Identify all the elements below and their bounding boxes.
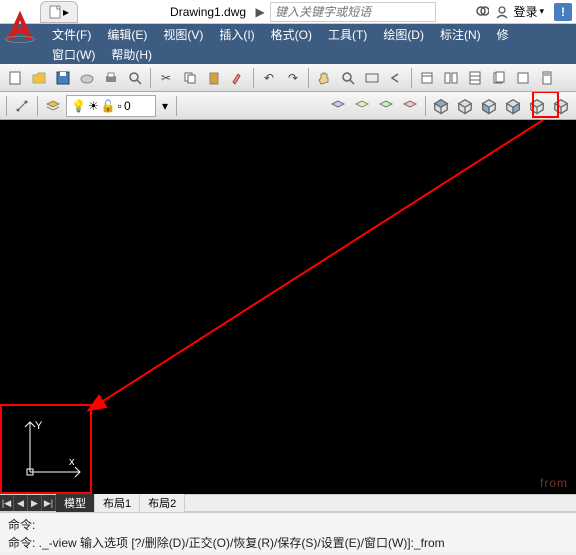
tab-layout-1[interactable]: 布局1 — [95, 494, 140, 512]
menu-format[interactable]: 格式(O) — [263, 24, 320, 44]
cut-button[interactable]: ✂ — [155, 67, 177, 89]
annotation-box-top — [532, 92, 559, 118]
quick-access-tab[interactable]: ▸ — [40, 1, 78, 23]
tab-first-button[interactable]: |◀ — [0, 495, 14, 511]
view-right-button[interactable] — [502, 95, 524, 117]
paste-button[interactable] — [203, 67, 225, 89]
menu-view[interactable]: 视图(V) — [155, 24, 211, 44]
open-button[interactable] — [28, 67, 50, 89]
search-icon[interactable] — [473, 3, 491, 21]
menu-window[interactable]: 窗口(W) — [44, 44, 103, 64]
command-history-2: 命令: ._-view 输入选项 [?/删除(D)/正交(O)/恢复(R)/保存… — [8, 533, 568, 551]
sun-icon: ☀ — [88, 99, 99, 113]
search-input[interactable] — [271, 3, 435, 21]
document-tab[interactable]: Drawing1.dwg — [164, 5, 252, 19]
sheetset-button[interactable] — [488, 67, 510, 89]
zoom-realtime-button[interactable] — [337, 67, 359, 89]
tab-nav: |◀ ◀ ▶ ▶| — [0, 495, 56, 511]
titlebar: ▸ Drawing1.dwg ▶ 登录 ▾ ! — [0, 0, 576, 24]
tab-model[interactable]: 模型 — [56, 494, 95, 512]
layer-iso-button[interactable] — [375, 95, 397, 117]
menu-file[interactable]: 文件(F) — [44, 24, 99, 44]
toolbar-layers-views: 💡 ☀ 🔓 ▫ 0 ▾ — [0, 92, 576, 120]
tab-prev-button[interactable]: ◀ — [14, 495, 28, 511]
lock-icon: 🔓 — [101, 99, 116, 113]
menu-help[interactable]: 帮助(H) — [103, 44, 160, 64]
tab-next-button[interactable]: ▶ — [28, 495, 42, 511]
view-left-button[interactable] — [478, 95, 500, 117]
lightbulb-icon: 💡 — [71, 99, 86, 113]
menu-edit[interactable]: 编辑(E) — [99, 24, 155, 44]
copy-button[interactable] — [179, 67, 201, 89]
layer-dropdown-arrow-icon[interactable]: ▾ — [158, 99, 172, 113]
toolbar-separator — [176, 96, 177, 116]
menubar: 文件(F) 编辑(E) 视图(V) 插入(I) 格式(O) 工具(T) 绘图(D… — [0, 24, 576, 64]
layout-tabs: |◀ ◀ ▶ ▶| 模型 布局1 布局2 — [0, 494, 576, 512]
match-button[interactable] — [227, 67, 249, 89]
login-dropdown-icon[interactable]: ▾ — [539, 6, 544, 17]
toolpalettes-button[interactable] — [464, 67, 486, 89]
menu-arrow-icon: ▸ — [63, 5, 69, 19]
properties-button[interactable] — [416, 67, 438, 89]
toolbar-separator — [150, 68, 151, 88]
layer-manager-button[interactable] — [42, 95, 64, 117]
osnap-button[interactable] — [11, 95, 33, 117]
annotation-box-bottom — [0, 404, 92, 494]
tab-last-button[interactable]: ▶| — [42, 495, 56, 511]
menu-draw[interactable]: 绘图(D) — [375, 24, 432, 44]
save-button[interactable] — [52, 67, 74, 89]
search-box[interactable] — [270, 2, 436, 22]
layer-off-button[interactable] — [351, 95, 373, 117]
document-filename: Drawing1.dwg — [170, 5, 246, 19]
command-history-1: 命令: — [8, 515, 568, 533]
play-icon[interactable]: ▶ — [252, 4, 268, 20]
undo-button[interactable]: ↶ — [258, 67, 280, 89]
view-bottom-button[interactable] — [454, 95, 476, 117]
cloud-button[interactable] — [76, 67, 98, 89]
toolbar-separator — [411, 68, 412, 88]
layer-state-button[interactable] — [399, 95, 421, 117]
page-icon — [49, 5, 61, 19]
toolbar-separator — [253, 68, 254, 88]
layer-freeze-button[interactable] — [327, 95, 349, 117]
new-button[interactable] — [4, 67, 26, 89]
redo-button[interactable]: ↷ — [282, 67, 304, 89]
app-logo[interactable] — [0, 2, 40, 48]
layer-dropdown[interactable]: 💡 ☀ 🔓 ▫ 0 — [66, 95, 156, 117]
designcenter-button[interactable] — [440, 67, 462, 89]
command-line-area[interactable]: 命令: 命令: ._-view 输入选项 [?/删除(D)/正交(O)/恢复(R… — [0, 512, 576, 553]
info-button[interactable]: ! — [554, 3, 572, 21]
pan-button[interactable] — [313, 67, 335, 89]
calc-button[interactable] — [536, 67, 558, 89]
toolbar-separator — [6, 96, 7, 116]
toolbar-separator — [425, 96, 426, 116]
autocad-a-icon — [4, 7, 36, 43]
view-top-button[interactable] — [430, 95, 452, 117]
preview-button[interactable] — [124, 67, 146, 89]
menu-insert[interactable]: 插入(I) — [211, 24, 262, 44]
toolbar-separator — [37, 96, 38, 116]
toolbar-separator — [308, 68, 309, 88]
tab-layout-2[interactable]: 布局2 — [140, 494, 185, 512]
print-button[interactable] — [100, 67, 122, 89]
login-link[interactable]: 登录 — [513, 3, 537, 20]
menu-modify[interactable]: 修 — [489, 24, 517, 44]
drawing-canvas[interactable]: x Y from — [0, 120, 576, 494]
watermark-text: from — [540, 476, 568, 490]
zoom-previous-button[interactable] — [385, 67, 407, 89]
layer-name: 0 — [124, 99, 131, 113]
menu-tools[interactable]: 工具(T) — [320, 24, 375, 44]
zoom-window-button[interactable] — [361, 67, 383, 89]
markup-button[interactable] — [512, 67, 534, 89]
menu-dimension[interactable]: 标注(N) — [432, 24, 489, 44]
user-icon[interactable] — [493, 3, 511, 21]
toolbar-standard: ✂ ↶ ↷ — [0, 64, 576, 92]
print-layer-icon: ▫ — [118, 99, 122, 113]
